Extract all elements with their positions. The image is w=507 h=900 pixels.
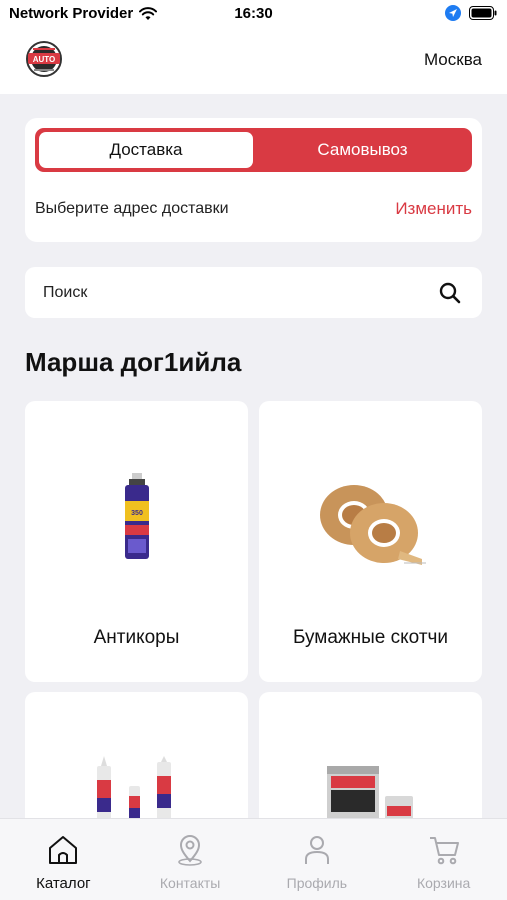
status-time: 16:30 — [234, 5, 273, 22]
home-icon — [49, 836, 78, 864]
category-card-anticorrosion[interactable]: 350 Антикоры — [25, 401, 248, 682]
delivery-option-pickup[interactable]: Самовывоз — [253, 132, 472, 168]
search-bar — [25, 267, 482, 318]
category-card-primers[interactable] — [259, 692, 482, 832]
tab-label: Корзина — [416, 875, 471, 891]
category-name: Бумажные скотчи — [292, 627, 449, 648]
status-right — [445, 5, 497, 21]
city-selector[interactable]: Москва — [424, 50, 482, 70]
location-arrow-icon — [445, 5, 461, 21]
section-title: Марша дог1ийла — [25, 347, 242, 377]
category-name: Антикоры — [93, 627, 180, 648]
change-address-button[interactable]: Изменить — [395, 199, 472, 219]
cart-icon — [429, 837, 459, 865]
bottom-tab-bar: Каталог Контакты Профиль Корзина — [0, 818, 507, 900]
tab-label: Каталог — [36, 875, 91, 892]
address-prompt: Выберите адрес доставки — [35, 200, 229, 217]
logo-text: AUTO — [33, 55, 56, 64]
delivery-option-courier[interactable]: Доставка — [39, 132, 253, 168]
category-card-paper-tape[interactable]: Бумажные скотчи — [259, 401, 482, 682]
person-icon — [304, 836, 329, 864]
tab-contacts[interactable]: Контакты — [127, 819, 254, 900]
address-row: Выберите адрес доставки Изменить — [35, 198, 472, 220]
delivery-card: Доставка Самовывоз Выберите адрес достав… — [25, 118, 482, 242]
svg-text:350: 350 — [131, 510, 143, 517]
auto-logo[interactable]: AUTO — [24, 39, 64, 79]
tab-profile[interactable]: Профиль — [254, 819, 381, 900]
battery-icon — [469, 6, 497, 20]
search-input[interactable] — [43, 267, 423, 318]
tab-label: Профиль — [286, 875, 348, 891]
anticorrosion-can-image: 350 — [125, 473, 149, 559]
search-icon[interactable] — [438, 281, 462, 305]
tab-catalog[interactable]: Каталог — [0, 819, 127, 900]
paper-tape-image — [320, 485, 426, 565]
location-pin-icon — [178, 835, 202, 866]
category-card-sealants[interactable] — [25, 692, 248, 832]
app-header: AUTO Москва — [0, 28, 507, 94]
tab-cart[interactable]: Корзина — [380, 819, 507, 900]
status-bar: Network Provider 16:30 — [0, 0, 507, 28]
app-screen: Network Provider 16:30 AUTO Москва Доста… — [0, 0, 507, 900]
tab-label: Контакты — [159, 875, 221, 891]
delivery-mode-toggle: Доставка Самовывоз — [35, 128, 472, 172]
